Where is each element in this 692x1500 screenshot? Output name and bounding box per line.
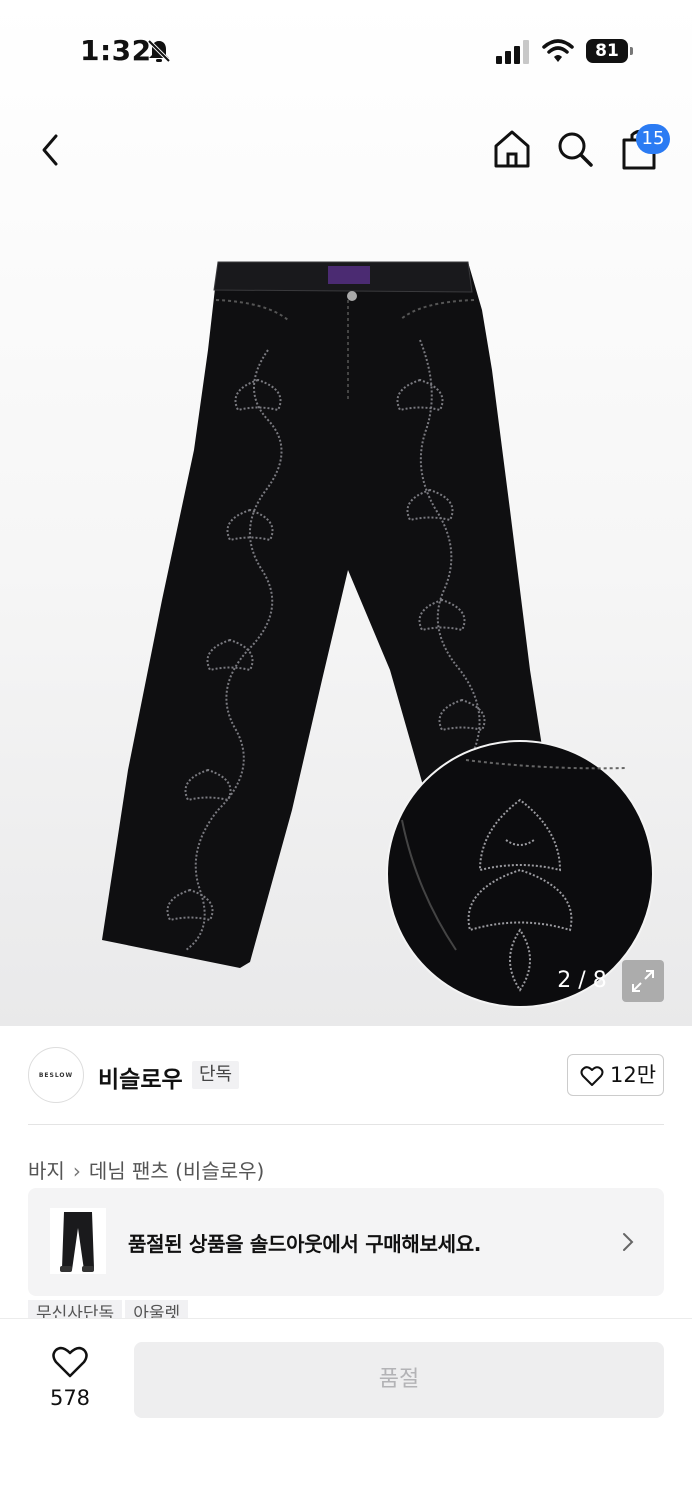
heart-outline-icon bbox=[580, 1066, 604, 1086]
bell-slash-icon bbox=[147, 39, 171, 63]
cart-count-badge: 15 bbox=[636, 124, 670, 154]
wishlist-count: 578 bbox=[49, 1386, 91, 1410]
expand-image-button[interactable] bbox=[622, 960, 664, 1002]
status-bar: 1:32 81 bbox=[0, 0, 692, 100]
breadcrumb-item-pants[interactable]: 바지 bbox=[28, 1159, 65, 1183]
back-chevron-icon[interactable] bbox=[34, 130, 68, 170]
heart-outline-icon[interactable] bbox=[52, 1346, 88, 1378]
image-page-indicator: 2 / 8 bbox=[557, 968, 607, 993]
cellular-signal-icon bbox=[496, 40, 529, 64]
breadcrumb: 바지 › 데님 팬츠 (비슬로우) bbox=[28, 1155, 264, 1184]
soldout-market-banner[interactable]: 품절된 상품을 솔드아웃에서 구매해보세요. bbox=[28, 1188, 664, 1296]
divider bbox=[28, 1124, 664, 1125]
soldout-banner-text: 품절된 상품을 솔드아웃에서 구매해보세요. bbox=[128, 1232, 482, 1256]
search-icon[interactable] bbox=[556, 130, 594, 168]
brand-like-button[interactable]: 12만 bbox=[567, 1054, 664, 1096]
wifi-icon bbox=[542, 39, 574, 62]
battery-icon: 81 bbox=[586, 39, 634, 63]
brand-name[interactable]: 비슬로우 bbox=[98, 1060, 183, 1094]
soldout-buy-button[interactable]: 품절 bbox=[134, 1342, 664, 1418]
battery-level: 81 bbox=[586, 39, 628, 63]
home-icon[interactable] bbox=[492, 128, 532, 170]
chevron-right-icon: › bbox=[72, 1159, 81, 1183]
breadcrumb-item-denim[interactable]: 데님 팬츠 (비슬로우) bbox=[89, 1159, 265, 1183]
expand-icon bbox=[632, 970, 654, 992]
brand-like-count: 12만 bbox=[610, 1063, 657, 1087]
chevron-right-icon bbox=[623, 1233, 634, 1251]
soldout-product-thumbnail bbox=[50, 1208, 106, 1274]
brand-logo[interactable]: BESLOW bbox=[28, 1047, 84, 1103]
status-time: 1:32 bbox=[80, 34, 152, 67]
exclusive-badge: 단독 bbox=[192, 1061, 240, 1089]
